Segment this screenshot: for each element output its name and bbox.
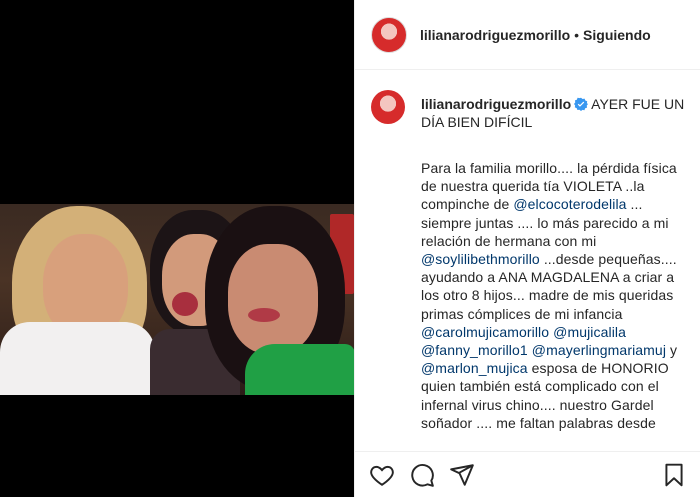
person-1-shirt <box>0 322 155 395</box>
person-3-face <box>228 244 318 354</box>
post-media[interactable] <box>0 0 354 497</box>
post-sidebar: lilianarodriguezmorillo • Siguiendo lili… <box>354 0 700 497</box>
mention-link[interactable]: @soylilibethmorillo <box>421 251 540 267</box>
separator-dot: • <box>574 26 580 43</box>
person-2-mouth <box>172 292 198 316</box>
mention-link[interactable]: @mujicalila <box>553 324 626 340</box>
caption-area: lilianarodriguezmorillo AYER FUE UN DÍA B… <box>371 86 689 450</box>
caption-header: lilianarodriguezmorillo AYER FUE UN DÍA B… <box>421 95 689 131</box>
caption-avatar[interactable] <box>371 90 405 124</box>
caption-text: y <box>666 342 678 359</box>
mention-link[interactable]: @fanny_morillo1 <box>421 342 528 358</box>
mention-link[interactable]: @elcocoterodelila <box>513 196 626 212</box>
caption-username[interactable]: lilianarodriguezmorillo <box>421 96 571 112</box>
person-3-body <box>245 344 354 395</box>
following-button[interactable]: Siguiendo <box>583 27 651 43</box>
comment-icon[interactable] <box>409 462 435 488</box>
instagram-post-modal: lilianarodriguezmorillo • Siguiendo lili… <box>0 0 700 497</box>
avatar[interactable] <box>371 16 407 53</box>
share-icon[interactable] <box>449 462 475 488</box>
mention-link[interactable]: @mayerlingmariamuj <box>532 342 666 358</box>
person-3-lips <box>248 308 280 322</box>
action-bar <box>355 451 700 497</box>
post-header: lilianarodriguezmorillo • Siguiendo <box>355 0 700 70</box>
heart-icon[interactable] <box>369 462 395 488</box>
caption-body: Para la familia morillo.... la pérdida f… <box>421 159 689 432</box>
bookmark-icon[interactable] <box>661 462 687 488</box>
verified-badge-icon <box>574 97 589 111</box>
mention-link[interactable]: @marlon_mujica <box>421 360 528 376</box>
mention-link[interactable]: @carolmujicamorillo <box>421 324 549 340</box>
header-username[interactable]: lilianarodriguezmorillo <box>420 27 570 43</box>
post-photo[interactable] <box>0 204 354 395</box>
